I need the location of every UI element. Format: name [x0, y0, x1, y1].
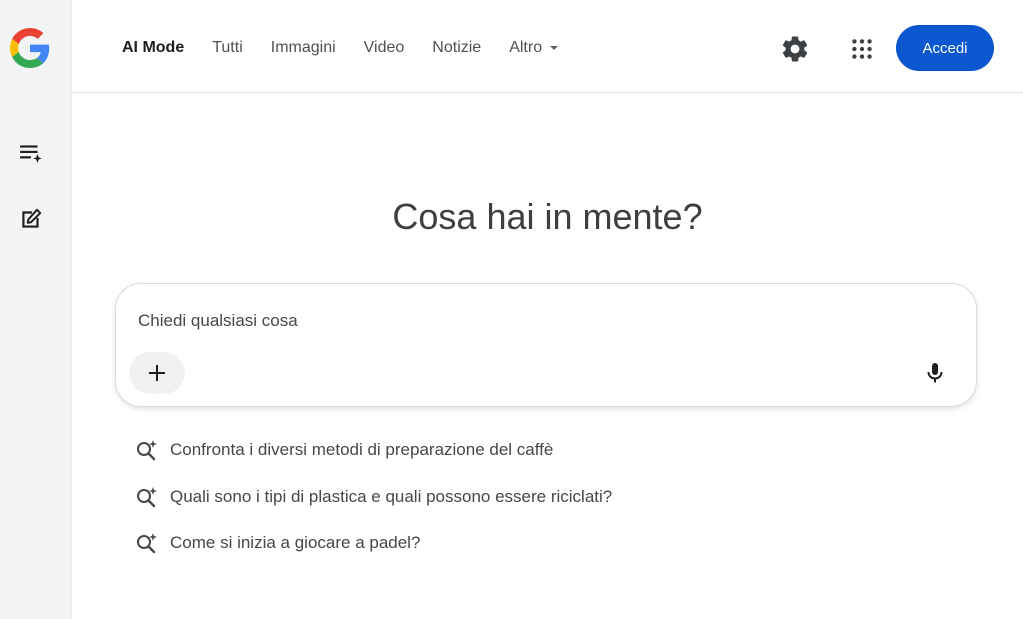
add-button[interactable] — [129, 352, 185, 394]
tab-news[interactable]: Notizie — [432, 37, 481, 59]
microphone-icon — [927, 363, 943, 383]
tab-video[interactable]: Video — [364, 37, 405, 59]
tab-more-label: Altro — [509, 39, 543, 56]
edit-square-icon — [22, 208, 42, 228]
search-sparkle-icon — [135, 484, 161, 510]
search-sparkle-icon — [135, 530, 161, 556]
search-sparkle-icon — [135, 437, 161, 463]
suggestion-text: Come si inizia a giocare a padel? — [170, 533, 421, 552]
tab-ai-mode[interactable]: AI Mode — [122, 37, 184, 59]
apps-button[interactable] — [849, 36, 875, 62]
history-button[interactable] — [13, 135, 49, 171]
playlist-sparkle-icon — [20, 145, 42, 163]
suggestion-item[interactable]: Quali sono i tipi di plastica e quali po… — [135, 483, 612, 511]
page-headline: Cosa hai in mente? — [392, 196, 703, 237]
apps-grid-icon — [852, 39, 872, 59]
sign-in-button[interactable]: Accedi — [896, 25, 994, 71]
plus-icon — [149, 365, 165, 381]
settings-button[interactable] — [780, 34, 810, 64]
google-logo[interactable] — [10, 28, 50, 68]
suggestion-item[interactable]: Confronta i diversi metodi di preparazio… — [135, 436, 612, 464]
gear-icon — [782, 36, 808, 62]
caret-down-icon — [550, 46, 559, 50]
sidebar — [0, 0, 72, 619]
suggestion-text: Quali sono i tipi di plastica e quali po… — [170, 486, 613, 506]
new-chat-button[interactable] — [13, 201, 49, 237]
voice-search-button[interactable] — [918, 356, 952, 390]
suggestion-text: Confronta i diversi metodi di preparazio… — [170, 440, 554, 459]
suggestion-item[interactable]: Come si inizia a giocare a padel? — [135, 529, 612, 557]
google-g-icon — [10, 28, 50, 68]
suggestions-list: Confronta i diversi metodi di preparazio… — [135, 436, 612, 576]
tab-more[interactable]: Altro — [509, 37, 559, 59]
top-bar: AI Mode Tutti Immagini Video Notizie Alt… — [72, 0, 1023, 93]
tab-images[interactable]: Immagini — [271, 37, 336, 59]
search-tabs: AI Mode Tutti Immagini Video Notizie Alt… — [122, 37, 586, 59]
tab-all[interactable]: Tutti — [212, 37, 243, 59]
search-input[interactable] — [138, 308, 918, 334]
search-box — [115, 283, 977, 407]
